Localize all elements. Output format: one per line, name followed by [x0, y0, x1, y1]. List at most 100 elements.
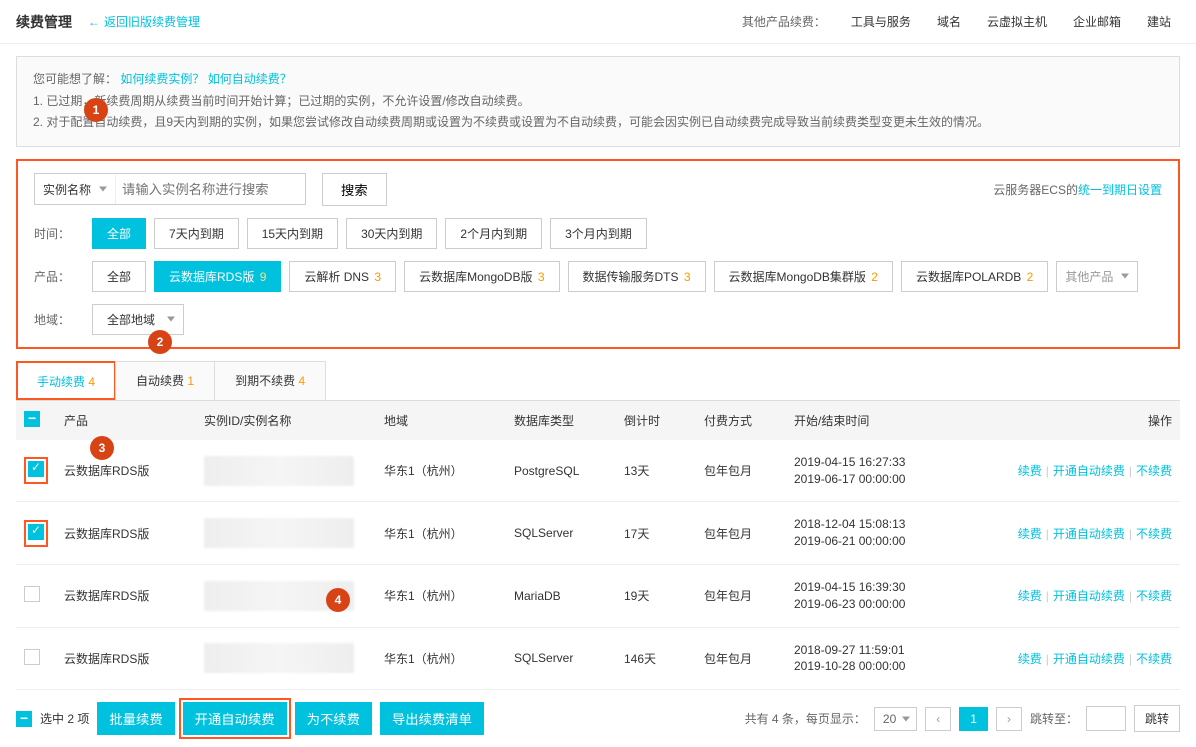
time-opt-30[interactable]: 30天内到期: [346, 218, 437, 249]
row-checkbox[interactable]: [28, 524, 44, 540]
select-all-checkbox[interactable]: [24, 411, 40, 427]
notice-link-auto[interactable]: 如何自动续费？: [208, 72, 292, 86]
cell-region: 华东1（杭州）: [384, 462, 514, 479]
time-opt-7[interactable]: 7天内到期: [154, 218, 239, 249]
cell-region: 华东1（杭州）: [384, 650, 514, 667]
action-renew[interactable]: 续费: [1018, 652, 1042, 666]
action-no[interactable]: 不续费: [1136, 652, 1172, 666]
page-next[interactable]: ›: [996, 707, 1022, 731]
th-product: 产品: [64, 412, 204, 429]
cell-dbtype: SQLServer: [514, 526, 624, 540]
action-no[interactable]: 不续费: [1136, 589, 1172, 603]
action-renew[interactable]: 续费: [1018, 527, 1042, 541]
product-opt-rds[interactable]: 云数据库RDS版 9: [154, 261, 281, 292]
cell-product: 云数据库RDS版: [64, 587, 204, 604]
cell-dbtype: SQLServer: [514, 651, 624, 665]
header-tab-host[interactable]: 云虚拟主机: [978, 8, 1056, 35]
back-link[interactable]: ← 返回旧版续费管理: [88, 13, 200, 30]
notice-link-renew[interactable]: 如何续费实例？: [120, 72, 204, 86]
row-checkbox[interactable]: [24, 649, 40, 665]
row-checkbox[interactable]: [24, 586, 40, 602]
batch-no-button[interactable]: 为不续费: [295, 702, 372, 735]
table-footer: 选中 2 项 批量续费 开通自动续费 为不续费 导出续费清单 共有 4 条，每页…: [16, 702, 1180, 735]
ecs-link[interactable]: 统一到期日设置: [1078, 183, 1162, 197]
batch-auto-button[interactable]: 开通自动续费: [183, 702, 287, 735]
cell-payment: 包年包月: [704, 650, 794, 667]
cell-time: 2019-04-15 16:27:332019-06-17 00:00:00: [794, 454, 974, 488]
product-other-dropdown[interactable]: 其他产品: [1056, 261, 1138, 292]
action-no[interactable]: 不续费: [1136, 527, 1172, 541]
th-action: 操作: [974, 412, 1172, 429]
step-badge-2: 2: [148, 330, 172, 354]
step-badge-3: 3: [90, 436, 114, 460]
action-auto[interactable]: 开通自动续费: [1053, 464, 1125, 478]
tab-bar: 手动续费 4 自动续费 1 到期不续费 4: [16, 361, 1180, 401]
search-type-dropdown[interactable]: 实例名称: [35, 175, 116, 204]
cell-time: 2018-12-04 15:08:132019-06-21 00:00:00: [794, 516, 974, 550]
export-button[interactable]: 导出续费清单: [380, 702, 484, 735]
back-link-label: 返回旧版续费管理: [104, 13, 200, 30]
page-header: 续费管理 ← 返回旧版续费管理 其他产品续费： 工具与服务 域名 云虚拟主机 企…: [0, 0, 1196, 44]
region-select[interactable]: 全部地域: [92, 304, 184, 335]
ecs-label-group: 云服务器ECS的统一到期日设置: [993, 181, 1162, 198]
action-no[interactable]: 不续费: [1136, 464, 1172, 478]
search-button[interactable]: 搜索: [322, 173, 387, 206]
tab-manual-renew[interactable]: 手动续费 4: [16, 361, 116, 400]
cell-payment: 包年包月: [704, 525, 794, 542]
footer-select-all[interactable]: [16, 711, 32, 727]
th-countdown: 倒计时: [624, 412, 704, 429]
cell-payment: 包年包月: [704, 462, 794, 479]
cell-payment: 包年包月: [704, 587, 794, 604]
header-tab-site[interactable]: 建站: [1138, 8, 1180, 35]
search-group: 实例名称: [34, 173, 306, 205]
header-tab-tools[interactable]: 工具与服务: [842, 8, 920, 35]
th-instance: 实例ID/实例名称: [204, 412, 384, 429]
jump-button[interactable]: 跳转: [1134, 705, 1180, 732]
cell-instance: [204, 456, 354, 486]
jump-label: 跳转至：: [1030, 710, 1078, 727]
th-dbtype: 数据库类型: [514, 412, 624, 429]
step-badge-4: 4: [326, 588, 350, 612]
product-opt-dts[interactable]: 数据传输服务DTS 3: [568, 261, 706, 292]
tab-auto-renew[interactable]: 自动续费 1: [115, 361, 215, 400]
product-opt-all[interactable]: 全部: [92, 261, 146, 292]
instance-table: 产品 实例ID/实例名称 地域 数据库类型 倒计时 付费方式 开始/结束时间 操…: [16, 401, 1180, 690]
action-renew[interactable]: 续费: [1018, 589, 1042, 603]
step-badge-1: 1: [84, 98, 108, 122]
arrow-left-icon: ←: [88, 15, 100, 29]
cell-actions: 续费|开通自动续费|不续费: [974, 587, 1172, 604]
batch-renew-button[interactable]: 批量续费: [97, 702, 174, 735]
page-size-select[interactable]: 20: [874, 707, 917, 731]
page-prev[interactable]: ‹: [925, 707, 951, 731]
action-auto[interactable]: 开通自动续费: [1053, 652, 1125, 666]
tab-no-renew[interactable]: 到期不续费 4: [214, 361, 326, 400]
cell-region: 华东1（杭州）: [384, 525, 514, 542]
pagination: 共有 4 条，每页显示： 20 ‹ 1 › 跳转至： 跳转: [745, 705, 1180, 732]
action-renew[interactable]: 续费: [1018, 464, 1042, 478]
th-time: 开始/结束时间: [794, 412, 974, 429]
product-opt-mongocluster[interactable]: 云数据库MongoDB集群版 2: [714, 261, 893, 292]
header-right-nav: 其他产品续费： 工具与服务 域名 云虚拟主机 企业邮箱 建站: [742, 8, 1180, 35]
jump-input[interactable]: [1086, 706, 1126, 731]
search-input[interactable]: [116, 176, 305, 203]
page-1[interactable]: 1: [959, 707, 988, 731]
row-checkbox[interactable]: [28, 461, 44, 477]
cell-countdown: 17天: [624, 525, 704, 542]
cell-product: 云数据库RDS版: [64, 525, 204, 542]
cell-actions: 续费|开通自动续费|不续费: [974, 525, 1172, 542]
time-opt-all[interactable]: 全部: [92, 218, 146, 249]
header-tab-mail[interactable]: 企业邮箱: [1064, 8, 1130, 35]
table-row: 云数据库RDS版 华东1（杭州） PostgreSQL 13天 包年包月 201…: [16, 440, 1180, 503]
product-opt-polardb[interactable]: 云数据库POLARDB 2: [901, 261, 1048, 292]
product-opt-dns[interactable]: 云解析 DNS 3: [289, 261, 396, 292]
time-opt-3m[interactable]: 3个月内到期: [550, 218, 647, 249]
cell-instance: [204, 643, 354, 673]
product-opt-mongodb[interactable]: 云数据库MongoDB版 3: [404, 261, 559, 292]
cell-actions: 续费|开通自动续费|不续费: [974, 462, 1172, 479]
header-tab-domain[interactable]: 域名: [928, 8, 970, 35]
time-opt-15[interactable]: 15天内到期: [247, 218, 338, 249]
action-auto[interactable]: 开通自动续费: [1053, 527, 1125, 541]
cell-countdown: 146天: [624, 650, 704, 667]
time-opt-2m[interactable]: 2个月内到期: [445, 218, 542, 249]
action-auto[interactable]: 开通自动续费: [1053, 589, 1125, 603]
